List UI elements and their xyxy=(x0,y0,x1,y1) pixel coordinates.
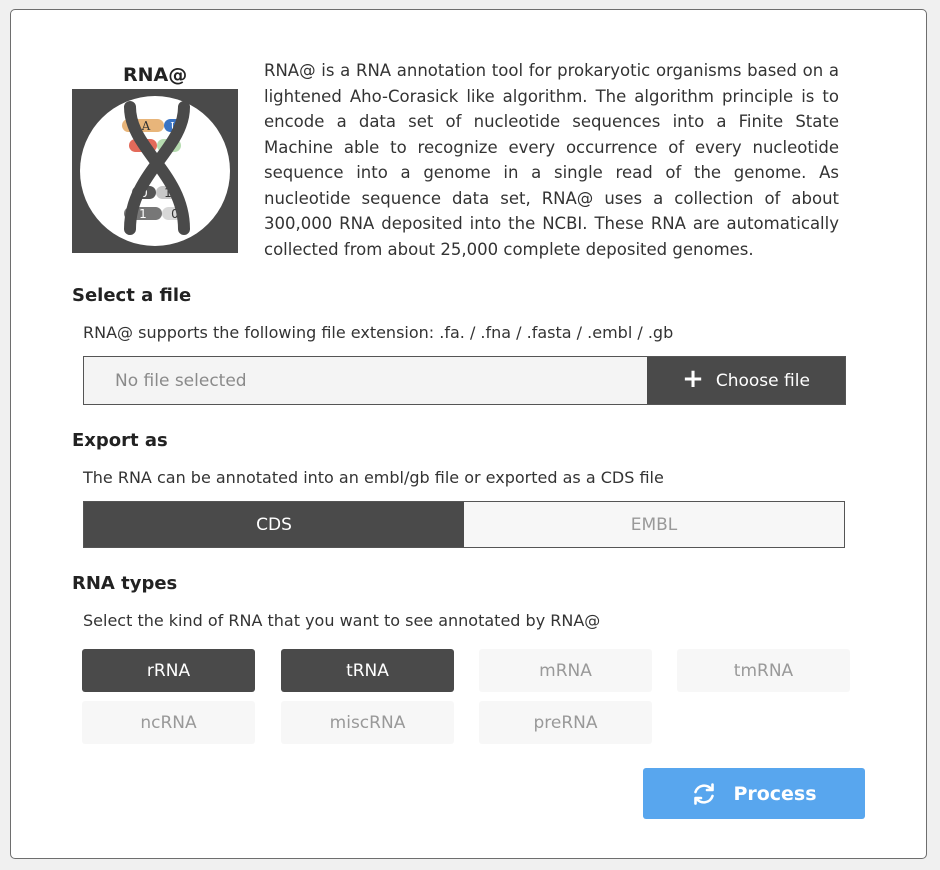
export-option-cds[interactable]: CDS xyxy=(84,502,464,547)
file-input-placeholder: No file selected xyxy=(115,370,247,391)
dna-helix-icon: A U G C 0 1 1 0 xyxy=(80,96,230,246)
rna-type-tmrna[interactable]: tmRNA xyxy=(677,649,850,692)
rna-types-help: Select the kind of RNA that you want to … xyxy=(83,611,601,630)
select-file-help: RNA@ supports the following file extensi… xyxy=(83,323,674,342)
rna-type-mrna[interactable]: mRNA xyxy=(479,649,652,692)
rna-type-prerna[interactable]: preRNA xyxy=(479,701,652,744)
export-toggle: CDS EMBL xyxy=(83,501,845,548)
export-heading: Export as xyxy=(72,430,168,451)
rna-type-rrna[interactable]: rRNA xyxy=(82,649,255,692)
rna-types-heading: RNA types xyxy=(72,573,178,594)
file-input[interactable]: No file selected xyxy=(84,357,647,404)
export-option-embl[interactable]: EMBL xyxy=(464,502,844,547)
refresh-icon xyxy=(694,782,715,805)
select-file-heading: Select a file xyxy=(72,285,192,306)
choose-file-label: Choose file xyxy=(715,370,810,391)
file-picker: No file selected + Choose file xyxy=(83,356,846,405)
plus-icon: + xyxy=(682,364,704,394)
logo-title: RNA@ xyxy=(123,64,188,86)
process-button[interactable]: Process xyxy=(643,768,865,819)
export-help: The RNA can be annotated into an embl/gb… xyxy=(83,468,664,487)
rna-type-trna[interactable]: tRNA xyxy=(281,649,454,692)
tool-description: RNA@ is a RNA annotation tool for prokar… xyxy=(264,61,839,259)
process-label: Process xyxy=(733,782,817,805)
logo-letter: 1 xyxy=(139,207,147,221)
rna-logo: A U G C 0 1 1 0 xyxy=(72,89,238,253)
rna-type-miscrna[interactable]: miscRNA xyxy=(281,701,454,744)
rna-type-ncrna[interactable]: ncRNA xyxy=(82,701,255,744)
choose-file-button[interactable]: + Choose file xyxy=(647,357,845,404)
